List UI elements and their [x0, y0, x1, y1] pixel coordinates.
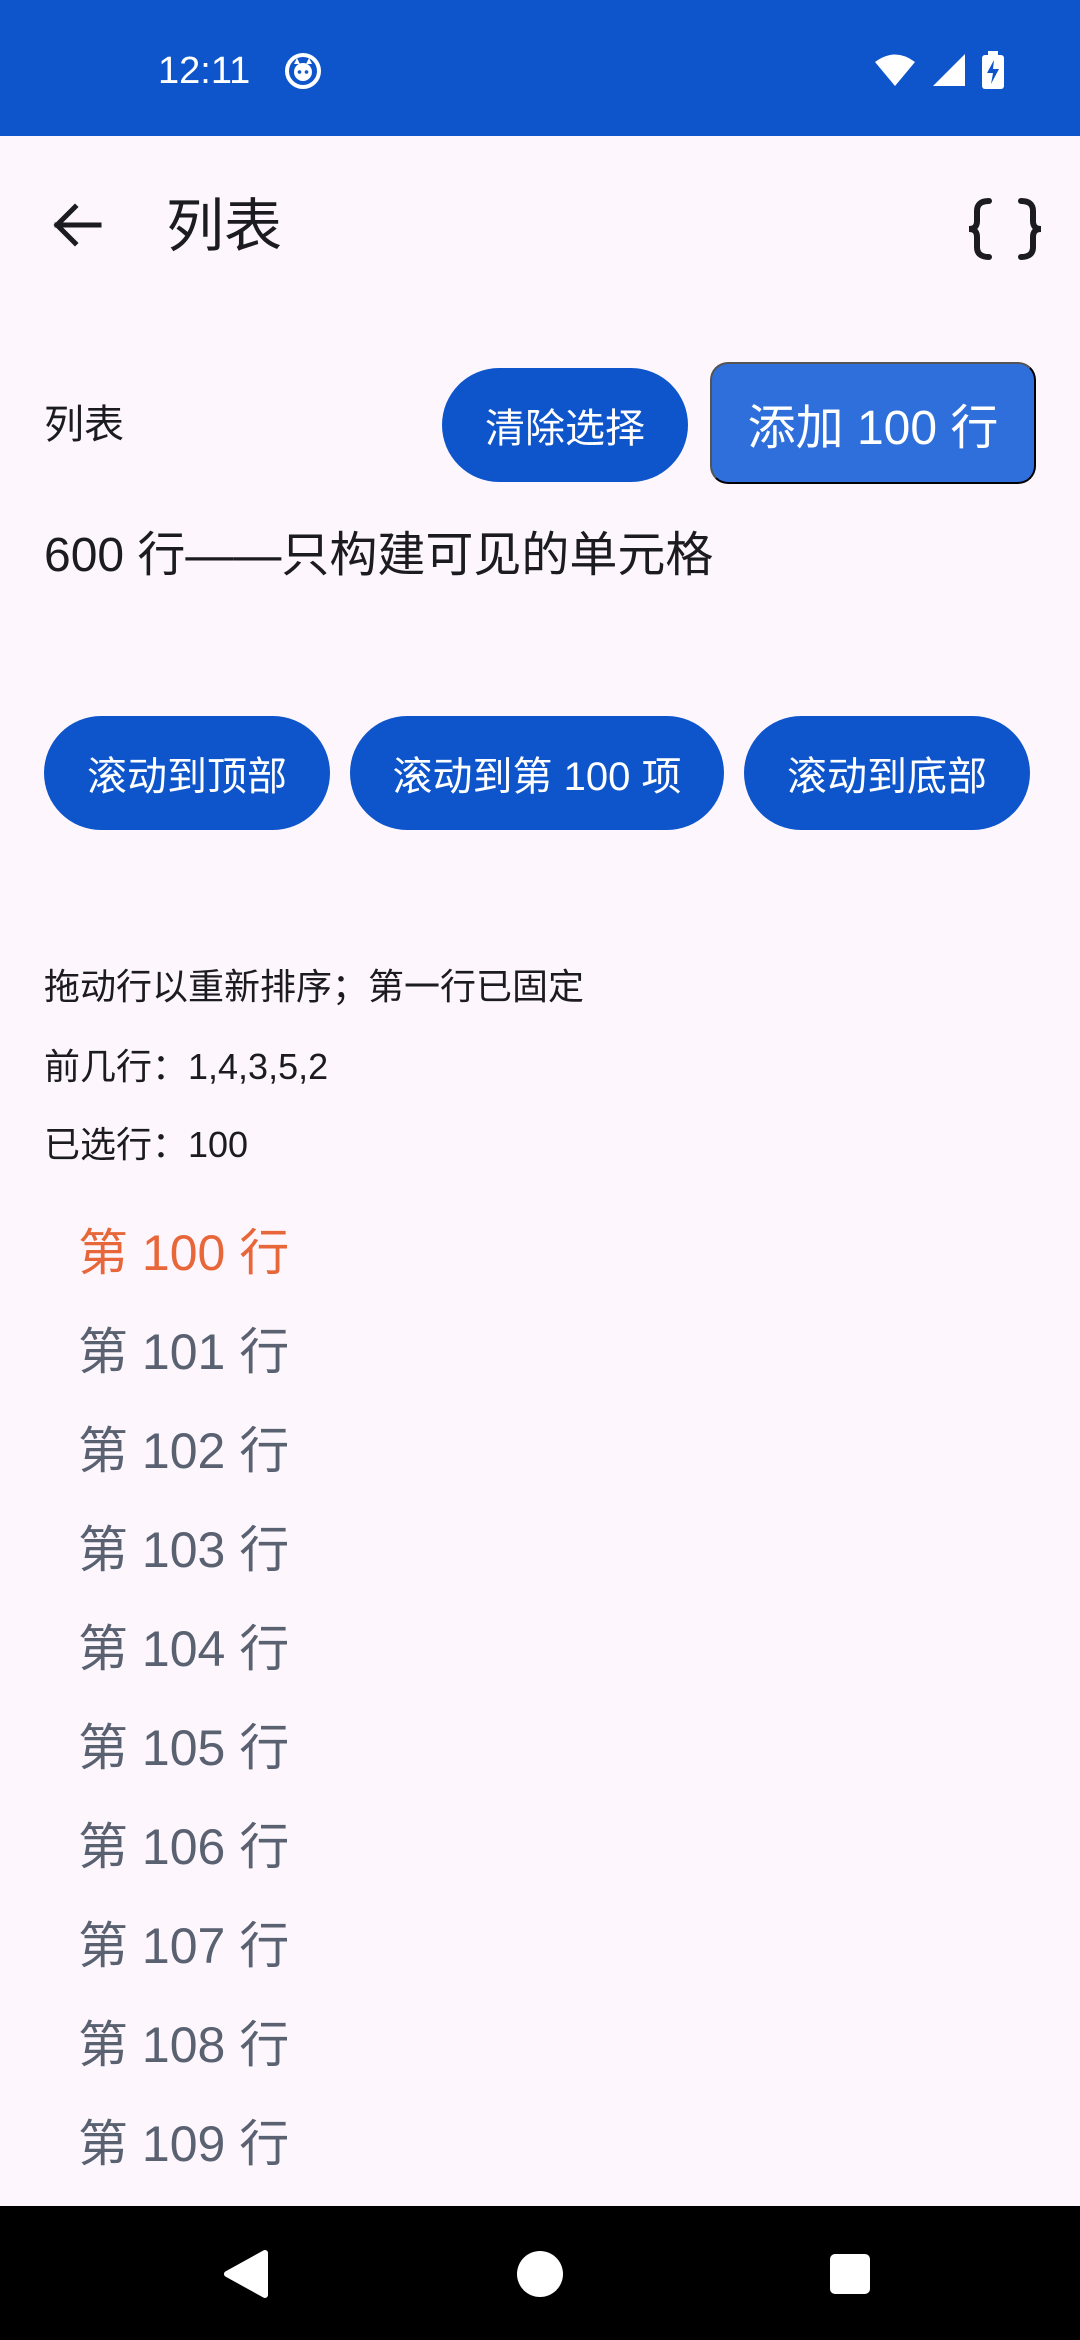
back-triangle-icon — [224, 2250, 268, 2298]
cellular-signal-icon — [933, 54, 965, 86]
selected-rows-text: 已选行：100 — [44, 1124, 249, 1165]
nav-back-button[interactable] — [216, 2244, 276, 2304]
arrow-back-icon — [53, 203, 102, 247]
list-item[interactable]: 第 100 行 — [0, 1204, 1080, 1303]
scroll-to-bottom-button[interactable]: 滚动到底部 — [744, 716, 1030, 830]
nav-recents-button[interactable] — [820, 2244, 880, 2304]
section-label: 列表 — [44, 403, 124, 447]
back-button[interactable] — [40, 188, 114, 262]
wifi-icon — [875, 54, 915, 86]
list-item[interactable]: 第 102 行 — [0, 1402, 1080, 1501]
list-item[interactable]: 第 101 行 — [0, 1303, 1080, 1402]
list-item[interactable]: 第 105 行 — [0, 1699, 1080, 1798]
add-rows-button[interactable]: 添加 100 行 — [710, 362, 1036, 484]
home-circle-icon — [517, 2251, 563, 2297]
list-item[interactable]: 第 104 行 — [0, 1600, 1080, 1699]
code-braces-icon — [968, 198, 1042, 260]
row-list[interactable]: 第 100 行第 101 行第 102 行第 103 行第 104 行第 105… — [0, 1204, 1080, 2194]
list-item[interactable]: 第 107 行 — [0, 1897, 1080, 1996]
nav-home-button[interactable] — [510, 2244, 570, 2304]
list-item[interactable]: 第 106 行 — [0, 1798, 1080, 1897]
page-title: 列表 — [166, 194, 283, 259]
drag-hint: 拖动行以重新排序；第一行已固定 — [44, 966, 585, 1007]
cat-notification-icon — [285, 53, 321, 89]
first-rows-text: 前几行：1,4,3,5,2 — [44, 1046, 329, 1087]
app-bar: 列表 — [0, 136, 1080, 316]
list-subtitle: 600 行——只构建可见的单元格 — [44, 529, 714, 582]
status-bar: 12:11 — [0, 0, 1080, 136]
status-time: 12:11 — [158, 50, 251, 92]
list-item[interactable]: 第 109 行 — [0, 2095, 1080, 2194]
code-sample-button[interactable] — [960, 184, 1050, 274]
battery-charging-icon — [982, 51, 1004, 89]
list-item[interactable]: 第 103 行 — [0, 1501, 1080, 1600]
clear-selection-button[interactable]: 清除选择 — [442, 368, 688, 482]
scroll-to-item-100-button[interactable]: 滚动到第 100 项 — [350, 716, 724, 830]
status-icons — [874, 50, 1004, 90]
system-nav-bar — [0, 2206, 1080, 2340]
list-controls: 列表 清除选择 添加 100 行 — [0, 362, 1080, 486]
recents-square-icon — [830, 2254, 870, 2294]
scroll-to-top-button[interactable]: 滚动到顶部 — [44, 716, 330, 830]
list-item[interactable]: 第 108 行 — [0, 1996, 1080, 2095]
